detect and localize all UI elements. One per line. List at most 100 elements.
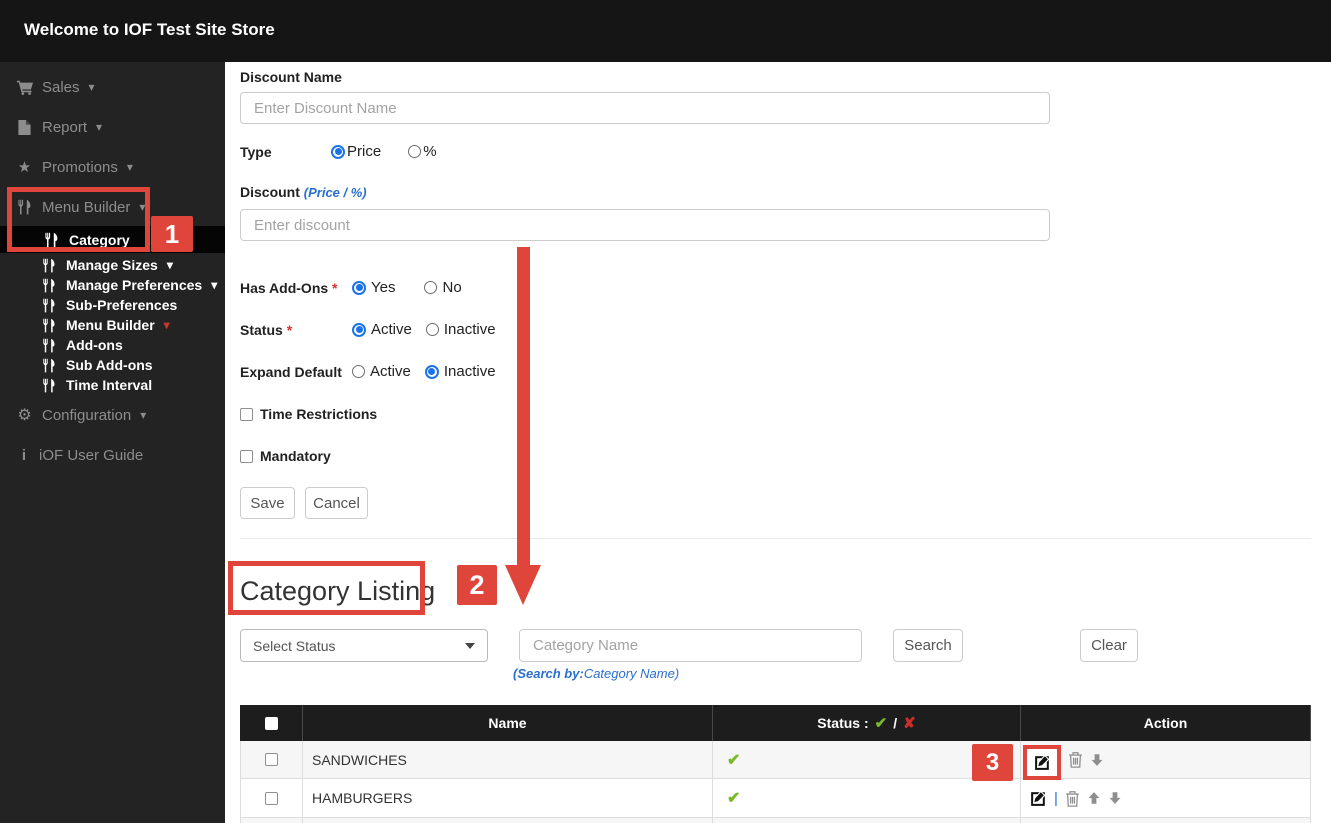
sidebar-item-iof-user-guide[interactable]: i iOF User Guide bbox=[0, 444, 143, 466]
sidebar-item-sub-add-ons[interactable]: Sub Add-ons bbox=[0, 354, 153, 376]
sidebar-item-sales[interactable]: Sales ▾ bbox=[0, 76, 95, 98]
edit-icon[interactable] bbox=[1034, 754, 1051, 771]
move-down-icon[interactable] bbox=[1108, 791, 1122, 805]
sidebar-item-time-interval[interactable]: Time Interval bbox=[0, 374, 152, 396]
radio-unchecked-icon[interactable] bbox=[408, 145, 422, 158]
type-radio-group: Price % bbox=[331, 143, 437, 160]
category-name-input[interactable] bbox=[519, 629, 862, 662]
time-restrictions-checkbox-row[interactable]: Time Restrictions bbox=[240, 406, 377, 422]
clear-button[interactable]: Clear bbox=[1080, 629, 1138, 662]
cross-icon: ✘ bbox=[903, 715, 916, 732]
status-active-check-icon: ✔ bbox=[727, 751, 741, 769]
annotation-arrow-shaft bbox=[517, 247, 530, 565]
sidebar-item-menu-builder[interactable]: Menu Builder ▾ bbox=[0, 196, 145, 218]
discount-input[interactable] bbox=[240, 209, 1050, 241]
sidebar-item-label: Configuration bbox=[42, 406, 132, 424]
table-row-actions bbox=[1021, 741, 1311, 779]
sidebar-item-label: Category bbox=[69, 231, 130, 248]
sidebar-item-manage-preferences[interactable]: Manage Preferences ▾ bbox=[0, 274, 217, 296]
sidebar-item-add-ons[interactable]: Add-ons bbox=[0, 334, 123, 356]
status-label: Status * bbox=[240, 322, 293, 338]
radio-checked-icon[interactable] bbox=[424, 364, 439, 379]
row-checkbox[interactable] bbox=[265, 753, 278, 766]
sidebar-item-label: Report bbox=[42, 118, 88, 136]
table-row-partial bbox=[240, 818, 303, 823]
search-button[interactable]: Search bbox=[893, 629, 963, 662]
delete-icon[interactable] bbox=[1068, 751, 1083, 768]
name-column-header: Name bbox=[303, 705, 713, 741]
file-icon bbox=[16, 120, 33, 135]
checkbox-unchecked-icon[interactable] bbox=[240, 407, 253, 421]
app-window: Welcome to IOF Test Site Store Sales ▾ R… bbox=[0, 0, 1331, 823]
chevron-down-icon: ▾ bbox=[96, 120, 103, 134]
type-radio-price[interactable]: Price bbox=[331, 143, 381, 160]
sidebar-item-label: Time Interval bbox=[66, 377, 153, 393]
status-radio-group: Active Inactive bbox=[352, 321, 496, 338]
expand-default-radio-active[interactable]: Active bbox=[352, 363, 411, 380]
move-down-icon[interactable] bbox=[1090, 753, 1104, 767]
sidebar-item-manage-sizes[interactable]: Manage Sizes ▾ bbox=[0, 254, 173, 276]
chevron-down-icon: ▾ bbox=[88, 80, 95, 94]
table-row-status: ✔ bbox=[713, 779, 1021, 818]
has-addons-radio-group: Yes No bbox=[352, 279, 462, 296]
top-header-bar: Welcome to IOF Test Site Store bbox=[0, 0, 1331, 62]
type-radio-percent[interactable]: % bbox=[408, 143, 437, 160]
status-radio-inactive[interactable]: Inactive bbox=[425, 321, 496, 338]
chevron-down-icon: ▾ bbox=[140, 408, 147, 422]
search-hint: (Search by:Category Name) bbox=[513, 666, 680, 681]
sidebar-item-menu-builder-sub[interactable]: Menu Builder ▾ bbox=[0, 314, 170, 336]
cutlery-icon bbox=[43, 232, 60, 248]
cutlery-icon bbox=[40, 298, 57, 313]
section-divider bbox=[240, 538, 1311, 539]
info-icon: i bbox=[21, 446, 27, 464]
sidebar-item-report[interactable]: Report ▾ bbox=[0, 116, 102, 138]
radio-unchecked-icon[interactable] bbox=[424, 281, 438, 294]
has-addons-label: Has Add-Ons * bbox=[240, 280, 338, 296]
separator: | bbox=[1054, 789, 1058, 807]
sidebar-item-promotions[interactable]: ★ Promotions ▾ bbox=[0, 156, 133, 178]
annotation-badge-2: 2 bbox=[457, 565, 497, 605]
sidebar-item-configuration[interactable]: ⚙ Configuration ▾ bbox=[0, 404, 146, 426]
sidebar-item-label: iOF User Guide bbox=[39, 446, 144, 464]
cutlery-icon bbox=[40, 338, 57, 353]
cancel-button[interactable]: Cancel bbox=[305, 487, 368, 519]
checkbox-unchecked-icon[interactable] bbox=[240, 449, 253, 463]
select-all-checkbox[interactable] bbox=[264, 716, 278, 730]
time-restrictions-label: Time Restrictions bbox=[260, 406, 378, 422]
radio-unchecked-icon[interactable] bbox=[425, 323, 439, 336]
has-addons-radio-yes[interactable]: Yes bbox=[352, 279, 395, 296]
cutlery-icon bbox=[40, 378, 57, 393]
annotation-arrow-head bbox=[505, 565, 541, 605]
cutlery-icon bbox=[16, 199, 33, 215]
delete-icon[interactable] bbox=[1065, 790, 1080, 807]
row-checkbox[interactable] bbox=[265, 791, 278, 805]
discount-name-input[interactable] bbox=[240, 92, 1050, 124]
move-up-icon[interactable] bbox=[1087, 791, 1101, 805]
mandatory-checkbox-row[interactable]: Mandatory bbox=[240, 448, 331, 464]
cutlery-icon bbox=[40, 278, 57, 293]
has-addons-radio-no[interactable]: No bbox=[424, 279, 462, 296]
status-radio-active[interactable]: Active bbox=[352, 321, 412, 338]
radio-checked-icon[interactable] bbox=[352, 322, 366, 337]
save-button[interactable]: Save bbox=[240, 487, 295, 519]
mandatory-label: Mandatory bbox=[260, 448, 331, 464]
sidebar-item-label: Manage Preferences bbox=[66, 277, 203, 293]
table-row-name: HAMBURGERS bbox=[303, 779, 713, 818]
expand-default-radio-inactive[interactable]: Inactive bbox=[424, 363, 496, 380]
expand-default-label: Expand Default bbox=[240, 364, 342, 380]
radio-checked-icon[interactable] bbox=[352, 280, 366, 295]
radio-unchecked-icon[interactable] bbox=[352, 365, 365, 378]
category-table: Name Status : ✔ / ✘ Action SANDWICHES ✔ … bbox=[240, 705, 1311, 823]
status-filter-select[interactable]: Select Status bbox=[240, 629, 488, 662]
sidebar-item-label: Sales bbox=[42, 78, 80, 96]
discount-label: Discount (Price / %) bbox=[240, 184, 367, 200]
sidebar-item-label: Menu Builder bbox=[66, 317, 155, 333]
status-active-check-icon: ✔ bbox=[727, 790, 741, 807]
table-row-actions: | bbox=[1021, 779, 1311, 818]
radio-checked-icon[interactable] bbox=[331, 144, 345, 159]
edit-icon[interactable] bbox=[1030, 790, 1047, 807]
sidebar-item-sub-preferences[interactable]: Sub-Preferences bbox=[0, 294, 177, 316]
row-checkbox-cell bbox=[240, 779, 303, 818]
cutlery-icon bbox=[40, 258, 57, 273]
annotation-box-edit-icon bbox=[1023, 745, 1061, 780]
